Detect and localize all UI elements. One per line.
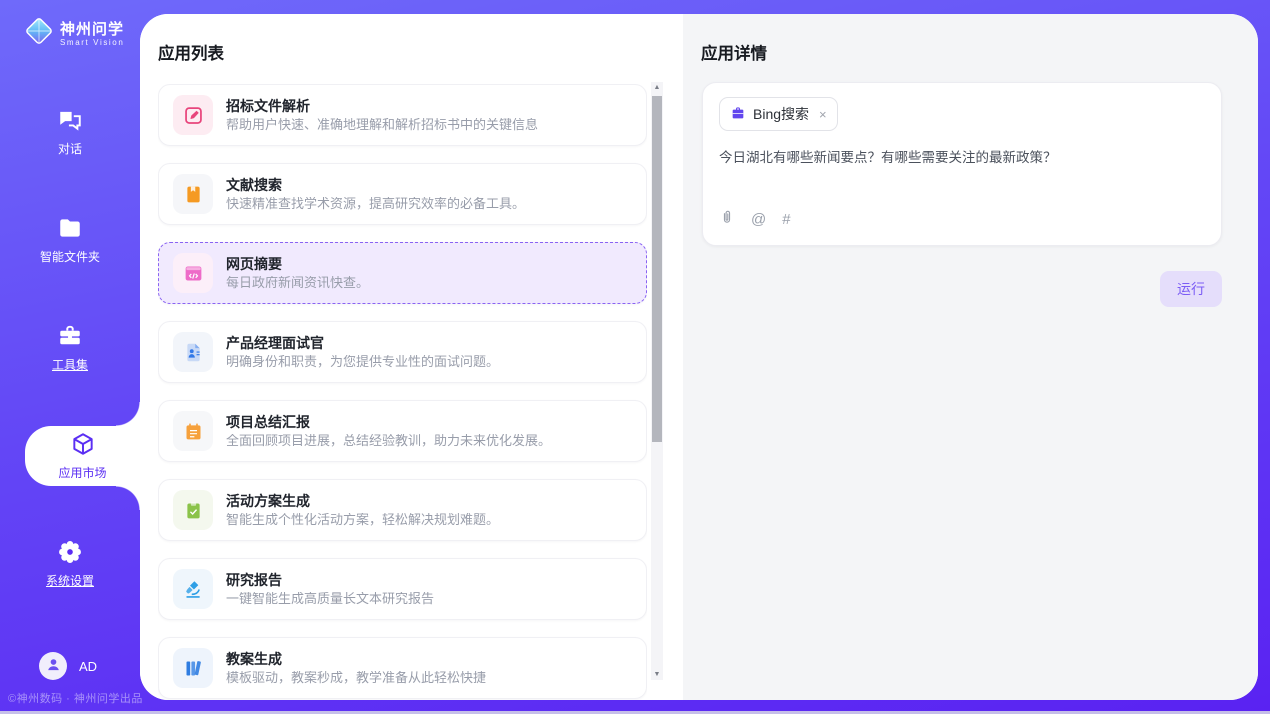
logo: 神州问学 Smart Vision xyxy=(24,16,124,51)
attachment-icon[interactable] xyxy=(719,209,735,229)
scrollbar[interactable]: ▲ ▼ xyxy=(651,82,663,680)
avatar xyxy=(39,652,67,680)
sidebar-item-chat[interactable]: 对话 xyxy=(0,104,140,160)
app-card[interactable]: 文献搜索快速精准查找学术资源，提高研究效率的必备工具。 xyxy=(158,163,647,225)
clipboard-check-icon xyxy=(173,490,213,530)
scrollbar-thumb[interactable] xyxy=(652,96,662,442)
app-card-description: 智能生成个性化活动方案，轻松解决规划难题。 xyxy=(226,513,499,527)
main-container: 应用列表 招标文件解析帮助用户快速、准确地理解和解析招标书中的关键信息文献搜索快… xyxy=(140,14,1258,700)
tool-chip-bing-search[interactable]: Bing搜索 × xyxy=(719,97,838,131)
calendar-note-icon xyxy=(173,411,213,451)
pen-square-icon xyxy=(173,95,213,135)
microscope-icon xyxy=(173,569,213,609)
tool-chip-label: Bing搜索 xyxy=(753,104,809,124)
sidebar-item-label: 工具集 xyxy=(52,356,88,373)
app-card-description: 一键智能生成高质量长文本研究报告 xyxy=(226,592,434,606)
sidebar-item-app-market[interactable]: 应用市场 xyxy=(25,426,140,486)
app-card-description: 模板驱动，教案秒成，教学准备从此轻松快捷 xyxy=(226,671,486,685)
app-card-description: 每日政府新闻资讯快查。 xyxy=(226,276,369,290)
app-detail-panel: 应用详情 Bing搜索 × 今日湖北有哪些新闻要点？有哪些需要关注的最新政策？ … xyxy=(683,14,1258,700)
copyright-text: ©神州数码 · 神州问学出品 xyxy=(8,690,143,706)
app-card-title: 项目总结汇报 xyxy=(226,415,551,430)
user-name: AD xyxy=(79,659,97,674)
scroll-up-icon[interactable]: ▲ xyxy=(651,84,663,91)
query-text-input[interactable]: 今日湖北有哪些新闻要点？有哪些需要关注的最新政策？ xyxy=(719,148,1205,209)
logo-subtitle: Smart Vision xyxy=(60,38,124,47)
app-card-title: 产品经理面试官 xyxy=(226,336,499,351)
sidebar-item-label: 智能文件夹 xyxy=(40,248,100,265)
app-card[interactable]: 产品经理面试官明确身份和职责，为您提供专业性的面试问题。 xyxy=(158,321,647,383)
app-card-title: 教案生成 xyxy=(226,652,486,667)
sidebar-item-label: 应用市场 xyxy=(58,464,106,481)
app-list-panel: 应用列表 招标文件解析帮助用户快速、准确地理解和解析招标书中的关键信息文献搜索快… xyxy=(140,14,683,700)
app-card-description: 快速精准查找学术资源，提高研究效率的必备工具。 xyxy=(226,197,525,211)
sidebar-item-settings[interactable]: 系统设置 xyxy=(0,536,140,592)
folder-icon xyxy=(57,215,83,241)
input-toolbar: @ # xyxy=(719,209,1205,231)
app-detail-title: 应用详情 xyxy=(701,40,767,64)
app-card[interactable]: 招标文件解析帮助用户快速、准确地理解和解析招标书中的关键信息 xyxy=(158,84,647,146)
sidebar: 神州问学 Smart Vision 对话智能文件夹工具集应用市场系统设置 AD … xyxy=(0,0,140,714)
sidebar-item-label: 系统设置 xyxy=(46,572,94,589)
gear-icon xyxy=(57,539,83,565)
run-button[interactable]: 运行 xyxy=(1160,271,1222,307)
resume-icon xyxy=(173,332,213,372)
diamond-logo-icon xyxy=(24,16,54,51)
app-card-title: 研究报告 xyxy=(226,573,434,588)
app-card-description: 明确身份和职责，为您提供专业性的面试问题。 xyxy=(226,355,499,369)
chip-close-icon[interactable]: × xyxy=(819,107,827,122)
sidebar-item-smart-folder[interactable]: 智能文件夹 xyxy=(0,212,140,268)
sidebar-nav: 对话智能文件夹工具集应用市场系统设置 xyxy=(0,104,140,592)
books-icon xyxy=(173,648,213,688)
briefcase-icon xyxy=(730,105,746,124)
browser-code-icon xyxy=(173,253,213,293)
user-account[interactable]: AD xyxy=(39,652,97,680)
app-card-title: 招标文件解析 xyxy=(226,99,538,114)
mention-icon[interactable]: @ xyxy=(751,211,766,228)
sidebar-item-toolset[interactable]: 工具集 xyxy=(0,320,140,376)
scroll-down-icon[interactable]: ▼ xyxy=(651,671,663,678)
app-list-title: 应用列表 xyxy=(158,40,224,64)
app-card-description: 帮助用户快速、准确地理解和解析招标书中的关键信息 xyxy=(226,118,538,132)
app-cards-list: 招标文件解析帮助用户快速、准确地理解和解析招标书中的关键信息文献搜索快速精准查找… xyxy=(158,84,647,700)
app-card[interactable]: 研究报告一键智能生成高质量长文本研究报告 xyxy=(158,558,647,620)
app-card-description: 全面回顾项目进展，总结经验教训，助力未来优化发展。 xyxy=(226,434,551,448)
app-card-title: 文献搜索 xyxy=(226,178,525,193)
app-card-title: 活动方案生成 xyxy=(226,494,499,509)
chat-icon xyxy=(57,107,83,133)
sidebar-item-label: 对话 xyxy=(58,140,82,157)
app-card[interactable]: 网页摘要每日政府新闻资讯快查。 xyxy=(158,242,647,304)
app-card[interactable]: 项目总结汇报全面回顾项目进展，总结经验教训，助力未来优化发展。 xyxy=(158,400,647,462)
person-icon xyxy=(45,656,62,676)
app-card[interactable]: 活动方案生成智能生成个性化活动方案，轻松解决规划难题。 xyxy=(158,479,647,541)
topic-icon[interactable]: # xyxy=(782,211,790,228)
book-icon xyxy=(173,174,213,214)
logo-title: 神州问学 xyxy=(60,21,124,38)
prompt-input-card: Bing搜索 × 今日湖北有哪些新闻要点？有哪些需要关注的最新政策？ @ # xyxy=(702,82,1222,246)
app-card[interactable]: 教案生成模板驱动，教案秒成，教学准备从此轻松快捷 xyxy=(158,637,647,699)
toolbox-icon xyxy=(57,323,83,349)
app-card-title: 网页摘要 xyxy=(226,257,369,272)
cube-icon xyxy=(70,431,96,457)
